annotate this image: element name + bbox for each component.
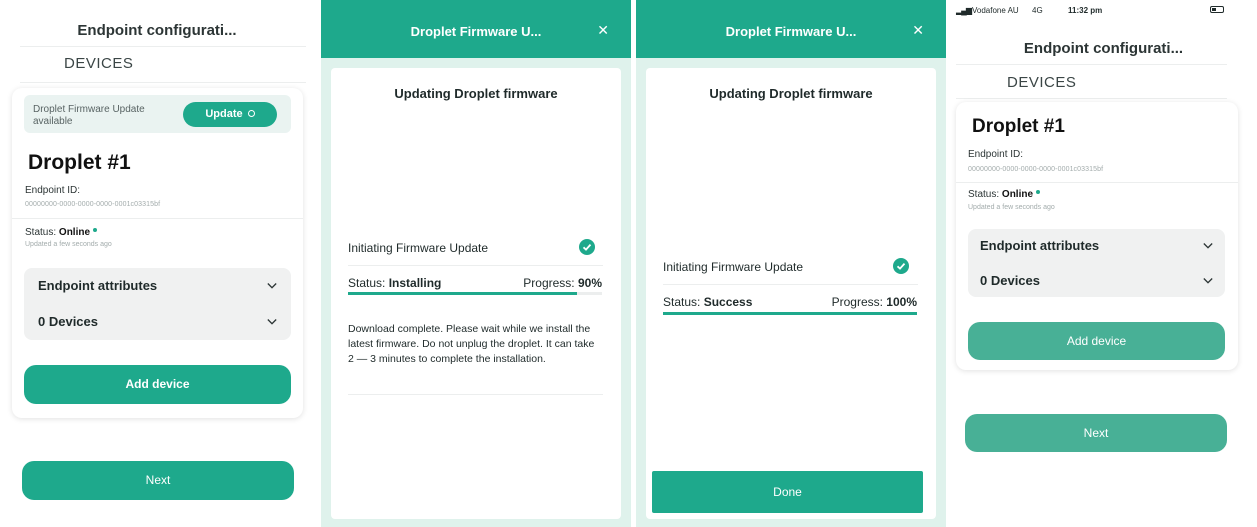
progress-label: Progress:: [831, 295, 883, 309]
next-button[interactable]: Next: [22, 461, 294, 500]
screen-firmware-installing: Droplet Firmware U... ✕ Updating Droplet…: [321, 0, 631, 527]
online-dot-icon: [1036, 190, 1041, 195]
tab-devices[interactable]: DEVICES: [1007, 74, 1076, 91]
refresh-icon: [247, 109, 255, 117]
endpoint-attributes-label: Endpoint attributes: [980, 238, 1100, 253]
status-value: Online: [58, 227, 91, 238]
status-label: Status:: [968, 189, 1000, 200]
progress-value: 90%: [577, 276, 602, 290]
screen-firmware-success: Droplet Firmware U... ✕ Updating Droplet…: [636, 0, 946, 527]
chevron-down-icon: [1203, 243, 1213, 249]
devices-count-row[interactable]: 0 Devices: [24, 314, 291, 332]
modal-header: Droplet Firmware U... ✕: [636, 0, 946, 58]
modal-body: Updating Droplet firmware Initiating Fir…: [331, 68, 621, 519]
network-type: 4G: [1032, 6, 1043, 15]
status-label: Status:: [663, 295, 701, 309]
status-label: Status:: [348, 276, 386, 290]
progress-row: Progress: 90%: [523, 276, 602, 290]
accordion-group: Endpoint attributes 0 Devices: [968, 229, 1225, 297]
next-button[interactable]: Next: [965, 414, 1227, 452]
nav-divider: [956, 64, 1227, 65]
endpoint-attributes-label: Endpoint attributes: [38, 278, 158, 293]
tab-divider: [20, 82, 306, 83]
clock: 11:32 pm: [1068, 6, 1103, 15]
chevron-down-icon: [267, 283, 277, 289]
progress-value: 100%: [886, 295, 917, 309]
endpoint-card: Droplet #1 Endpoint ID: 00000000-0000-00…: [956, 102, 1238, 370]
endpoint-id-label: Endpoint ID:: [968, 149, 1024, 160]
status-row: Status: Installing: [348, 276, 441, 290]
devices-count-label: 0 Devices: [980, 273, 1040, 288]
endpoint-card: Droplet Firmware Update available Update…: [12, 88, 303, 418]
modal-body: Updating Droplet firmware Initiating Fir…: [646, 68, 936, 519]
firmware-update-banner: Droplet Firmware Update available Update: [24, 95, 291, 133]
tab-devices[interactable]: DEVICES: [64, 55, 133, 72]
endpoint-id-label: Endpoint ID:: [25, 185, 81, 196]
updated-text: Updated a few seconds ago: [968, 204, 1055, 211]
signal-icon: ▂▄▆: [956, 6, 972, 15]
checkmark-icon: [579, 239, 595, 255]
nav-title: Endpoint configurati...: [77, 22, 237, 39]
divider: [348, 265, 603, 266]
add-device-button[interactable]: Add device: [24, 365, 291, 404]
endpoint-attributes-row[interactable]: Endpoint attributes: [968, 238, 1225, 256]
modal-heading: Updating Droplet firmware: [709, 86, 873, 101]
endpoint-id-value: 00000000-0000-0000-0000-0001c03315bf: [968, 166, 1104, 173]
accordion-group: Endpoint attributes 0 Devices: [24, 268, 291, 340]
status-bar: ▂▄▆ Vodafone AU 4G 11:32 pm: [950, 0, 1257, 20]
battery-icon: [1210, 6, 1224, 13]
done-button[interactable]: Done: [652, 471, 923, 513]
tab-divider: [956, 98, 1227, 99]
progress-bar: [663, 312, 917, 315]
status-line: Status: Online: [968, 189, 1041, 200]
nav-divider: [20, 46, 306, 47]
devices-count-row[interactable]: 0 Devices: [968, 273, 1225, 291]
checkmark-icon: [893, 258, 909, 274]
modal-heading: Updating Droplet firmware: [394, 86, 558, 101]
modal-title: Droplet Firmware U...: [725, 24, 857, 39]
progress-fill: [348, 292, 577, 295]
devices-count-label: 0 Devices: [38, 314, 98, 329]
banner-text: Droplet Firmware Update available: [33, 104, 145, 127]
divider: [12, 218, 303, 219]
modal-title: Droplet Firmware U...: [410, 24, 542, 39]
modal-header: Droplet Firmware U... ✕: [321, 0, 631, 58]
status-value: Installing: [388, 276, 442, 290]
endpoint-id-value: 00000000-0000-0000-0000-0001c03315bf: [25, 201, 161, 208]
divider: [956, 182, 1238, 183]
screen-endpoint-config-updated: ▂▄▆ Vodafone AU 4G 11:32 pm Endpoint con…: [950, 0, 1257, 527]
status-line: Status: Online: [25, 227, 98, 238]
chevron-down-icon: [1203, 278, 1213, 284]
progress-bar: [348, 292, 602, 295]
status-description: Download complete. Please wait while we …: [348, 323, 595, 365]
online-dot-icon: [93, 228, 98, 233]
status-row: Status: Success: [663, 295, 752, 309]
carrier: Vodafone AU: [972, 6, 1019, 15]
progress-row: Progress: 100%: [832, 295, 917, 309]
progress-label: Progress:: [523, 276, 575, 290]
step-label: Initiating Firmware Update: [663, 260, 804, 274]
updated-text: Updated a few seconds ago: [25, 241, 112, 248]
divider: [348, 394, 603, 395]
close-icon[interactable]: ✕: [912, 23, 924, 37]
droplet-title: Droplet #1: [972, 116, 1065, 137]
update-button[interactable]: Update: [183, 102, 277, 127]
status-label: Status:: [25, 227, 57, 238]
screen-endpoint-config-update-available: Endpoint configurati... DEVICES Droplet …: [0, 0, 314, 527]
chevron-down-icon: [267, 319, 277, 325]
nav-title: Endpoint configurati...: [1023, 40, 1184, 57]
progress-fill: [663, 312, 917, 315]
status-value: Success: [703, 295, 753, 309]
divider: [663, 284, 918, 285]
step-label: Initiating Firmware Update: [348, 241, 489, 255]
close-icon[interactable]: ✕: [597, 23, 609, 37]
status-value: Online: [1001, 189, 1034, 200]
add-device-button[interactable]: Add device: [968, 322, 1225, 360]
droplet-title: Droplet #1: [28, 151, 131, 174]
endpoint-attributes-row[interactable]: Endpoint attributes: [24, 278, 291, 296]
update-button-label: Update: [205, 108, 243, 120]
